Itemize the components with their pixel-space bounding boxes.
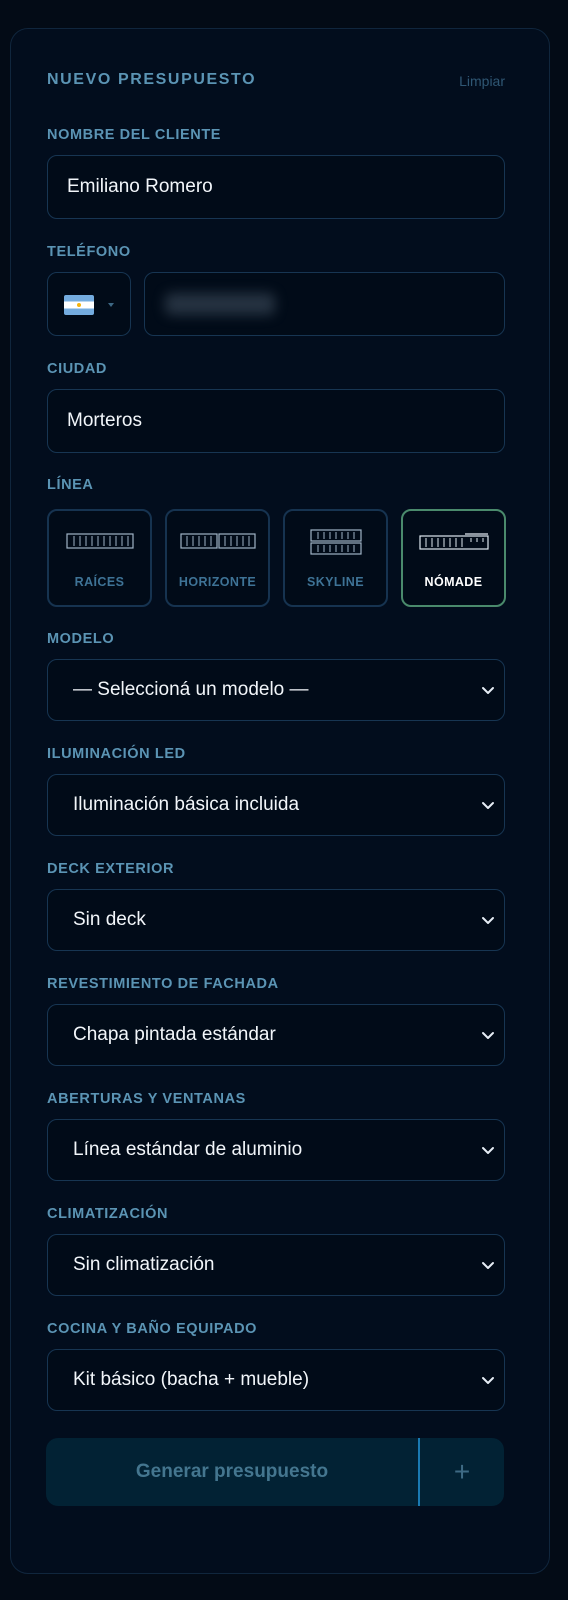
line-option-skyline[interactable]: SKYLINE — [283, 509, 388, 607]
container-module-icon — [65, 533, 134, 549]
city-value: Morteros — [67, 410, 142, 431]
climate-selected-value: Sin climatización — [73, 1254, 215, 1275]
deck-label: DECK EXTERIOR — [47, 861, 175, 877]
deck-selected-value: Sin deck — [73, 909, 146, 930]
stacked-container-icon — [309, 529, 362, 555]
facade-select[interactable]: Chapa pintada estándar — [47, 1004, 505, 1066]
country-code-select[interactable] — [47, 272, 131, 336]
windows-selected-value: Línea estándar de aluminio — [73, 1139, 303, 1160]
quote-form-card: NUEVO PRESUPUESTO Limpiar NOMBRE DEL CLI… — [10, 28, 550, 1574]
model-select[interactable]: — Seleccioná un modelo — — [47, 659, 505, 721]
led-lighting-label: ILUMINACIÓN LED — [47, 746, 186, 762]
chevron-down-icon — [482, 802, 494, 809]
client-name-input[interactable]: Emiliano Romero — [47, 155, 505, 219]
action-bar: Generar presupuesto + — [46, 1438, 504, 1506]
form-header: NUEVO PRESUPUESTO Limpiar — [47, 71, 505, 95]
line-option-nomade[interactable]: NÓMADE — [401, 509, 506, 607]
led-lighting-select[interactable]: Iluminación básica incluida — [47, 774, 505, 836]
kitchen-bath-selected-value: Kit básico (bacha + mueble) — [73, 1369, 310, 1390]
line-option-label: RAÍCES — [74, 575, 125, 589]
form-title: NUEVO PRESUPUESTO — [47, 71, 257, 88]
line-option-raices[interactable]: RAÍCES — [47, 509, 152, 607]
deck-select[interactable]: Sin deck — [47, 889, 505, 951]
generate-quote-button[interactable]: Generar presupuesto — [46, 1438, 420, 1506]
line-option-label: HORIZONTE — [178, 575, 257, 589]
facade-selected-value: Chapa pintada estándar — [73, 1024, 276, 1045]
chevron-down-icon — [482, 917, 494, 924]
chevron-down-icon — [482, 1262, 494, 1269]
kitchen-bath-select[interactable]: Kit básico (bacha + mueble) — [47, 1349, 505, 1411]
chevron-down-icon — [482, 1147, 494, 1154]
chevron-down-icon — [482, 1032, 494, 1039]
line-label: LÍNEA — [47, 477, 94, 493]
city-label: CIUDAD — [47, 361, 107, 377]
windows-select[interactable]: Línea estándar de aluminio — [47, 1119, 505, 1181]
client-name-value: Emiliano Romero — [67, 176, 213, 197]
client-name-label: NOMBRE DEL CLIENTE — [47, 127, 222, 143]
line-option-horizonte[interactable]: HORIZONTE — [165, 509, 270, 607]
model-selected-value: — Seleccioná un modelo — — [73, 679, 309, 700]
double-container-icon — [179, 533, 256, 549]
windows-label: ABERTURAS Y VENTANAS — [47, 1091, 246, 1107]
facade-label: REVESTIMIENTO DE FACHADA — [47, 976, 279, 992]
phone-input[interactable] — [144, 272, 505, 336]
phone-label: TELÉFONO — [47, 244, 131, 260]
model-label: MODELO — [47, 631, 115, 647]
line-option-label: SKYLINE — [307, 575, 364, 589]
climate-label: CLIMATIZACIÓN — [47, 1206, 169, 1222]
redacted-phone-number — [165, 293, 275, 315]
chevron-down-icon — [482, 687, 494, 694]
caret-down-icon — [108, 303, 114, 307]
city-input[interactable]: Morteros — [47, 389, 505, 453]
argentina-flag-icon — [64, 295, 94, 315]
line-option-label: NÓMADE — [424, 575, 483, 589]
add-button[interactable]: + — [420, 1438, 504, 1506]
clear-button[interactable]: Limpiar — [459, 73, 505, 89]
led-lighting-selected-value: Iluminación básica incluida — [73, 794, 300, 815]
chevron-down-icon — [482, 1377, 494, 1384]
climate-select[interactable]: Sin climatización — [47, 1234, 505, 1296]
nomad-container-icon — [418, 533, 489, 550]
kitchen-bath-label: COCINA Y BAÑO EQUIPADO — [47, 1321, 258, 1337]
line-selector: RAÍCES HORIZONTE SKYLINE NÓMADE — [47, 509, 506, 607]
